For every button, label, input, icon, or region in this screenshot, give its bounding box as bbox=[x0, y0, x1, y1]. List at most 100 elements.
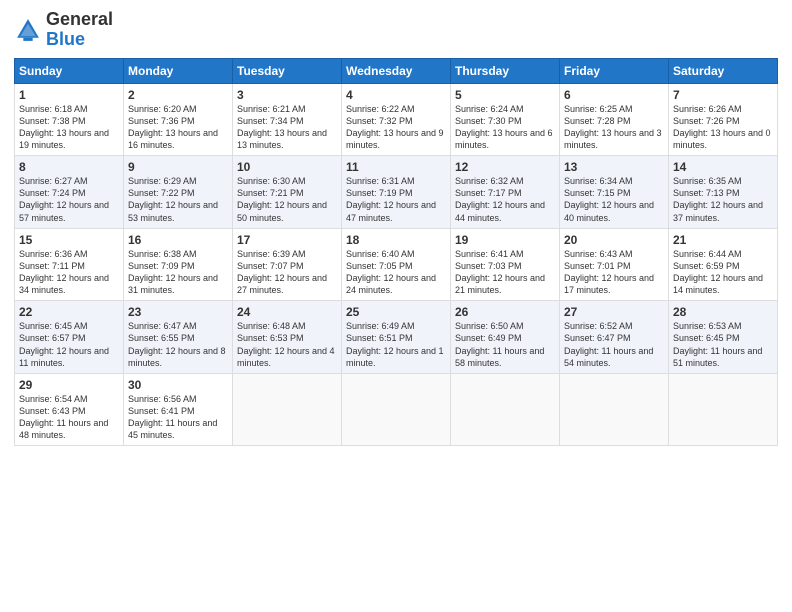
day-info: Sunrise: 6:50 AMSunset: 6:49 PMDaylight:… bbox=[455, 320, 555, 369]
day-number: 9 bbox=[128, 160, 228, 174]
day-cell bbox=[342, 373, 451, 446]
day-number: 11 bbox=[346, 160, 446, 174]
week-row-3: 15Sunrise: 6:36 AMSunset: 7:11 PMDayligh… bbox=[15, 228, 778, 301]
day-cell: 27Sunrise: 6:52 AMSunset: 6:47 PMDayligh… bbox=[560, 301, 669, 374]
day-info: Sunrise: 6:21 AMSunset: 7:34 PMDaylight:… bbox=[237, 103, 337, 152]
day-info: Sunrise: 6:27 AMSunset: 7:24 PMDaylight:… bbox=[19, 175, 119, 224]
day-cell: 3Sunrise: 6:21 AMSunset: 7:34 PMDaylight… bbox=[233, 83, 342, 156]
day-info: Sunrise: 6:41 AMSunset: 7:03 PMDaylight:… bbox=[455, 248, 555, 297]
day-number: 17 bbox=[237, 233, 337, 247]
day-cell: 21Sunrise: 6:44 AMSunset: 6:59 PMDayligh… bbox=[669, 228, 778, 301]
day-cell: 29Sunrise: 6:54 AMSunset: 6:43 PMDayligh… bbox=[15, 373, 124, 446]
day-cell: 10Sunrise: 6:30 AMSunset: 7:21 PMDayligh… bbox=[233, 156, 342, 229]
day-cell: 20Sunrise: 6:43 AMSunset: 7:01 PMDayligh… bbox=[560, 228, 669, 301]
day-cell bbox=[669, 373, 778, 446]
header-cell-monday: Monday bbox=[124, 58, 233, 83]
header-row: SundayMondayTuesdayWednesdayThursdayFrid… bbox=[15, 58, 778, 83]
day-number: 28 bbox=[673, 305, 773, 319]
header-cell-saturday: Saturday bbox=[669, 58, 778, 83]
day-info: Sunrise: 6:45 AMSunset: 6:57 PMDaylight:… bbox=[19, 320, 119, 369]
day-cell: 2Sunrise: 6:20 AMSunset: 7:36 PMDaylight… bbox=[124, 83, 233, 156]
day-number: 13 bbox=[564, 160, 664, 174]
day-number: 5 bbox=[455, 88, 555, 102]
header-cell-wednesday: Wednesday bbox=[342, 58, 451, 83]
day-cell: 12Sunrise: 6:32 AMSunset: 7:17 PMDayligh… bbox=[451, 156, 560, 229]
main-container: General Blue SundayMondayTuesdayWednesda… bbox=[0, 0, 792, 456]
day-info: Sunrise: 6:29 AMSunset: 7:22 PMDaylight:… bbox=[128, 175, 228, 224]
day-cell bbox=[451, 373, 560, 446]
day-cell: 4Sunrise: 6:22 AMSunset: 7:32 PMDaylight… bbox=[342, 83, 451, 156]
day-info: Sunrise: 6:26 AMSunset: 7:26 PMDaylight:… bbox=[673, 103, 773, 152]
day-number: 6 bbox=[564, 88, 664, 102]
week-row-1: 1Sunrise: 6:18 AMSunset: 7:38 PMDaylight… bbox=[15, 83, 778, 156]
day-cell: 17Sunrise: 6:39 AMSunset: 7:07 PMDayligh… bbox=[233, 228, 342, 301]
day-info: Sunrise: 6:56 AMSunset: 6:41 PMDaylight:… bbox=[128, 393, 228, 442]
header-cell-thursday: Thursday bbox=[451, 58, 560, 83]
day-info: Sunrise: 6:30 AMSunset: 7:21 PMDaylight:… bbox=[237, 175, 337, 224]
day-cell: 18Sunrise: 6:40 AMSunset: 7:05 PMDayligh… bbox=[342, 228, 451, 301]
day-number: 24 bbox=[237, 305, 337, 319]
day-number: 25 bbox=[346, 305, 446, 319]
day-cell bbox=[233, 373, 342, 446]
day-number: 29 bbox=[19, 378, 119, 392]
day-number: 27 bbox=[564, 305, 664, 319]
day-cell: 5Sunrise: 6:24 AMSunset: 7:30 PMDaylight… bbox=[451, 83, 560, 156]
week-row-5: 29Sunrise: 6:54 AMSunset: 6:43 PMDayligh… bbox=[15, 373, 778, 446]
day-cell bbox=[560, 373, 669, 446]
calendar-body: 1Sunrise: 6:18 AMSunset: 7:38 PMDaylight… bbox=[15, 83, 778, 446]
calendar-header: SundayMondayTuesdayWednesdayThursdayFrid… bbox=[15, 58, 778, 83]
day-info: Sunrise: 6:49 AMSunset: 6:51 PMDaylight:… bbox=[346, 320, 446, 369]
day-number: 8 bbox=[19, 160, 119, 174]
day-info: Sunrise: 6:22 AMSunset: 7:32 PMDaylight:… bbox=[346, 103, 446, 152]
day-cell: 24Sunrise: 6:48 AMSunset: 6:53 PMDayligh… bbox=[233, 301, 342, 374]
header-cell-sunday: Sunday bbox=[15, 58, 124, 83]
header-cell-tuesday: Tuesday bbox=[233, 58, 342, 83]
week-row-4: 22Sunrise: 6:45 AMSunset: 6:57 PMDayligh… bbox=[15, 301, 778, 374]
day-cell: 23Sunrise: 6:47 AMSunset: 6:55 PMDayligh… bbox=[124, 301, 233, 374]
day-number: 20 bbox=[564, 233, 664, 247]
day-cell: 15Sunrise: 6:36 AMSunset: 7:11 PMDayligh… bbox=[15, 228, 124, 301]
day-number: 7 bbox=[673, 88, 773, 102]
week-row-2: 8Sunrise: 6:27 AMSunset: 7:24 PMDaylight… bbox=[15, 156, 778, 229]
day-info: Sunrise: 6:31 AMSunset: 7:19 PMDaylight:… bbox=[346, 175, 446, 224]
day-cell: 13Sunrise: 6:34 AMSunset: 7:15 PMDayligh… bbox=[560, 156, 669, 229]
header-cell-friday: Friday bbox=[560, 58, 669, 83]
day-number: 19 bbox=[455, 233, 555, 247]
day-info: Sunrise: 6:39 AMSunset: 7:07 PMDaylight:… bbox=[237, 248, 337, 297]
day-info: Sunrise: 6:48 AMSunset: 6:53 PMDaylight:… bbox=[237, 320, 337, 369]
day-info: Sunrise: 6:43 AMSunset: 7:01 PMDaylight:… bbox=[564, 248, 664, 297]
day-number: 16 bbox=[128, 233, 228, 247]
day-cell: 14Sunrise: 6:35 AMSunset: 7:13 PMDayligh… bbox=[669, 156, 778, 229]
day-info: Sunrise: 6:20 AMSunset: 7:36 PMDaylight:… bbox=[128, 103, 228, 152]
day-cell: 6Sunrise: 6:25 AMSunset: 7:28 PMDaylight… bbox=[560, 83, 669, 156]
day-cell: 28Sunrise: 6:53 AMSunset: 6:45 PMDayligh… bbox=[669, 301, 778, 374]
day-cell: 25Sunrise: 6:49 AMSunset: 6:51 PMDayligh… bbox=[342, 301, 451, 374]
day-number: 4 bbox=[346, 88, 446, 102]
day-number: 18 bbox=[346, 233, 446, 247]
day-cell: 26Sunrise: 6:50 AMSunset: 6:49 PMDayligh… bbox=[451, 301, 560, 374]
day-cell: 16Sunrise: 6:38 AMSunset: 7:09 PMDayligh… bbox=[124, 228, 233, 301]
day-number: 1 bbox=[19, 88, 119, 102]
day-info: Sunrise: 6:54 AMSunset: 6:43 PMDaylight:… bbox=[19, 393, 119, 442]
day-number: 30 bbox=[128, 378, 228, 392]
day-cell: 9Sunrise: 6:29 AMSunset: 7:22 PMDaylight… bbox=[124, 156, 233, 229]
day-number: 23 bbox=[128, 305, 228, 319]
day-info: Sunrise: 6:18 AMSunset: 7:38 PMDaylight:… bbox=[19, 103, 119, 152]
logo-blue-text: Blue bbox=[46, 29, 85, 49]
day-info: Sunrise: 6:38 AMSunset: 7:09 PMDaylight:… bbox=[128, 248, 228, 297]
header: General Blue bbox=[14, 10, 778, 50]
day-cell: 7Sunrise: 6:26 AMSunset: 7:26 PMDaylight… bbox=[669, 83, 778, 156]
day-info: Sunrise: 6:40 AMSunset: 7:05 PMDaylight:… bbox=[346, 248, 446, 297]
day-cell: 30Sunrise: 6:56 AMSunset: 6:41 PMDayligh… bbox=[124, 373, 233, 446]
day-info: Sunrise: 6:36 AMSunset: 7:11 PMDaylight:… bbox=[19, 248, 119, 297]
day-number: 15 bbox=[19, 233, 119, 247]
day-number: 12 bbox=[455, 160, 555, 174]
day-cell: 1Sunrise: 6:18 AMSunset: 7:38 PMDaylight… bbox=[15, 83, 124, 156]
day-info: Sunrise: 6:35 AMSunset: 7:13 PMDaylight:… bbox=[673, 175, 773, 224]
day-cell: 22Sunrise: 6:45 AMSunset: 6:57 PMDayligh… bbox=[15, 301, 124, 374]
logo-general-text: General bbox=[46, 9, 113, 29]
day-number: 10 bbox=[237, 160, 337, 174]
day-info: Sunrise: 6:47 AMSunset: 6:55 PMDaylight:… bbox=[128, 320, 228, 369]
logo-icon bbox=[14, 16, 42, 44]
day-info: Sunrise: 6:44 AMSunset: 6:59 PMDaylight:… bbox=[673, 248, 773, 297]
